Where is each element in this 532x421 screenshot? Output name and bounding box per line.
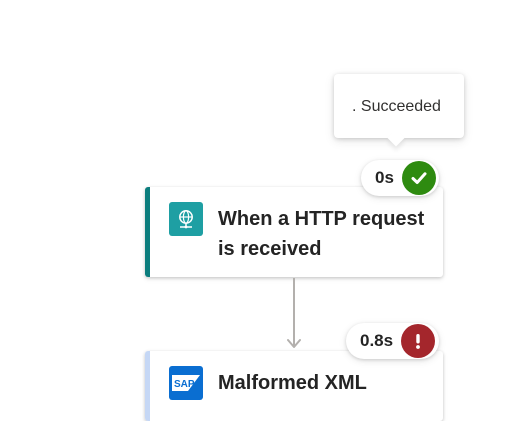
http-request-globe-icon	[169, 202, 203, 236]
action-duration: 0.8s	[360, 331, 394, 350]
action-card-title: Malformed XML	[218, 372, 367, 394]
connector-arrow	[287, 278, 301, 348]
action-card[interactable]: SAP Malformed XML	[145, 351, 443, 421]
trigger-card-accent	[145, 187, 150, 277]
trigger-card[interactable]: When a HTTP request is received	[145, 187, 443, 277]
exclamation-icon	[401, 324, 436, 358]
tooltip-text: . Succeeded	[352, 98, 441, 115]
sap-logo-icon: SAP	[169, 366, 203, 400]
sap-logo-text: SAP	[174, 379, 195, 390]
checkmark-icon	[401, 161, 436, 195]
trigger-card-title: When a HTTP request is received	[218, 208, 425, 260]
action-card-accent	[145, 351, 150, 421]
tooltip-beak	[387, 129, 405, 147]
trigger-duration: 0s	[375, 168, 394, 187]
trigger-status-pill[interactable]: 0s	[361, 160, 439, 196]
status-tooltip: . Succeeded	[334, 74, 464, 147]
action-status-pill[interactable]: 0.8s	[346, 323, 439, 359]
